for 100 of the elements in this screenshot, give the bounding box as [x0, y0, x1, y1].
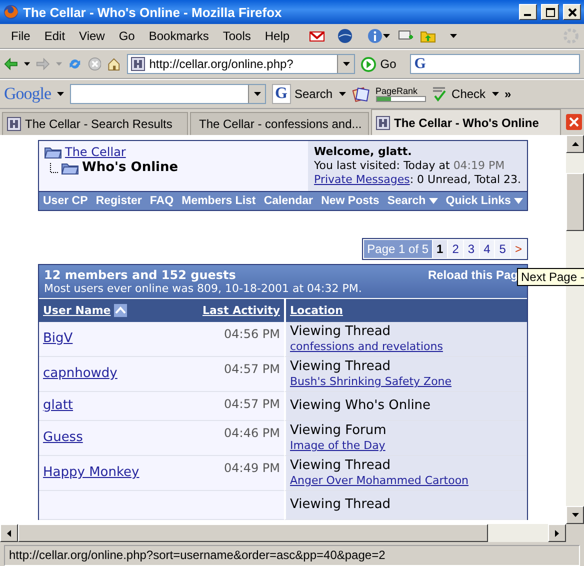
navbar-link[interactable]: New Posts: [321, 195, 380, 207]
scroll-left-button[interactable]: [0, 524, 18, 542]
arrow-right-icon: [555, 530, 559, 536]
scrollbar-thumb[interactable]: [18, 524, 488, 542]
column-header[interactable]: Last Activity: [200, 299, 284, 322]
menu-item[interactable]: File: [4, 27, 38, 45]
activity-time: 04:49 PM: [224, 461, 280, 475]
scroll-down-button[interactable]: [566, 506, 584, 524]
close-tab-icon[interactable]: [566, 114, 582, 130]
last-visited-text: You last visited: Today at: [314, 159, 450, 172]
online-summary: 12 members and 152 guests: [44, 268, 237, 282]
welcome-text: Welcome, glatt.: [314, 145, 413, 159]
location-text: Viewing Thread: [290, 458, 391, 474]
dropdown-caret-icon: [514, 198, 523, 204]
page-link[interactable]: 5: [495, 240, 510, 258]
navbar-link[interactable]: Quick Links: [446, 195, 523, 207]
location-text: Viewing Forum: [290, 423, 386, 439]
menu-item[interactable]: Edit: [37, 27, 72, 45]
back-arrow-icon[interactable]: [4, 56, 18, 72]
close-button[interactable]: [563, 4, 581, 20]
spellcheck-icon: [432, 86, 448, 102]
browser-tab[interactable]: The Cellar - Who's Online: [371, 109, 561, 135]
firefox-logo-icon: [3, 4, 19, 20]
go-button[interactable]: Go: [361, 56, 396, 72]
site-icon: [7, 117, 21, 131]
caret-icon: [57, 92, 64, 96]
breadcrumb-link[interactable]: The Cellar: [65, 145, 126, 159]
pagerank-meter: PageRank: [376, 86, 426, 102]
search-button[interactable]: G Search: [272, 84, 333, 104]
search-field[interactable]: G: [410, 54, 580, 74]
menu-item[interactable]: View: [72, 27, 112, 45]
username-link[interactable]: capnhowdy: [43, 366, 118, 382]
thread-link[interactable]: Image of the Day: [290, 439, 386, 453]
globe-icon[interactable]: [336, 28, 353, 44]
message-count-text: : 0 Unread, Total 23.: [410, 173, 521, 186]
menu-item[interactable]: Go: [112, 27, 142, 45]
column-header[interactable]: User Name: [39, 299, 200, 322]
dropdown-caret-icon: [428, 198, 438, 204]
activity-time: 04:46 PM: [224, 426, 280, 440]
activity-time: 04:56 PM: [224, 327, 280, 341]
next-page-link[interactable]: >: [510, 240, 526, 258]
column-header[interactable]: Location: [284, 299, 527, 322]
scrollbar-thumb[interactable]: [566, 173, 584, 231]
tree-connector: [50, 162, 58, 172]
scroll-up-button[interactable]: [566, 135, 584, 153]
page-link[interactable]: 3: [464, 240, 479, 258]
status-text: http://cellar.org/online.php?sort=username&order=asc&pp=40&page=2: [4, 544, 580, 566]
sort-ascending-icon[interactable]: [114, 304, 127, 317]
menu-item[interactable]: Tools: [216, 27, 258, 45]
username-link[interactable]: Happy Monkey: [43, 465, 140, 481]
home-icon[interactable]: [107, 56, 122, 72]
navbar-link[interactable]: Calendar: [264, 195, 314, 207]
browser-tab[interactable]: The Cellar - Search Results: [2, 112, 188, 135]
navbar-link[interactable]: Search: [387, 195, 438, 207]
browser-tab[interactable]: The Cellar - confessions and...: [190, 112, 369, 135]
thread-link[interactable]: Anger Over Mohammed Cartoon: [290, 474, 469, 488]
scroll-right-button[interactable]: [548, 524, 566, 542]
navbar-link[interactable]: Members List: [182, 195, 256, 207]
page-link[interactable]: 2: [448, 240, 463, 258]
minimize-button[interactable]: [519, 4, 537, 20]
navbar-link[interactable]: User CP: [43, 195, 88, 207]
caret-icon: [24, 62, 30, 66]
search-engine-icon: G: [411, 55, 429, 73]
address-field[interactable]: http://cellar.org/online.php?: [127, 54, 356, 74]
location-text: Viewing Thread: [290, 497, 391, 513]
location-text: Viewing Thread: [290, 359, 391, 375]
search-engine-icon: G: [272, 84, 290, 104]
private-messages-link[interactable]: Private Messages: [314, 173, 410, 186]
folder-icon: [44, 145, 62, 159]
pages-icon[interactable]: [352, 86, 370, 102]
username-link[interactable]: glatt: [43, 398, 74, 414]
thread-link[interactable]: confessions and revelations: [290, 340, 443, 354]
info-icon[interactable]: [366, 28, 383, 44]
last-visited-time: 04:19 PM: [453, 159, 505, 172]
arrow-down-icon: [572, 513, 578, 517]
toolbar-search-field[interactable]: [70, 84, 266, 104]
username-link[interactable]: Guess: [43, 430, 83, 446]
stop-icon[interactable]: [88, 56, 102, 72]
navbar-link[interactable]: Register: [96, 195, 142, 207]
thread-link[interactable]: Bush's Shrinking Safety Zone: [290, 375, 452, 389]
window-title: The Cellar - Who's Online - Mozilla Firefox: [23, 4, 283, 20]
activity-time: 04:57 PM: [224, 362, 280, 376]
reload-link[interactable]: Reload this Pag: [428, 268, 518, 295]
activity-time: 04:57 PM: [224, 397, 280, 411]
arrow-up-icon: [572, 142, 578, 146]
navbar-link[interactable]: FAQ: [150, 195, 174, 207]
username-link[interactable]: BigV: [43, 331, 73, 347]
site-icon: [131, 57, 146, 71]
maximize-button[interactable]: [541, 4, 559, 20]
caret-icon: [338, 92, 346, 96]
page-title: Who's Online: [82, 160, 178, 175]
menu-item[interactable]: Help: [258, 27, 297, 45]
page-link[interactable]: 4: [480, 240, 494, 258]
menu-item[interactable]: Bookmarks: [142, 27, 216, 45]
caret-icon: [254, 92, 261, 96]
caret-icon: [56, 62, 62, 66]
page-link[interactable]: 1: [432, 240, 448, 258]
page-count-label: Page 1 of 5: [364, 240, 432, 258]
toolbar-overflow[interactable]: »: [504, 87, 512, 101]
spellcheck-button[interactable]: Check: [432, 86, 486, 102]
